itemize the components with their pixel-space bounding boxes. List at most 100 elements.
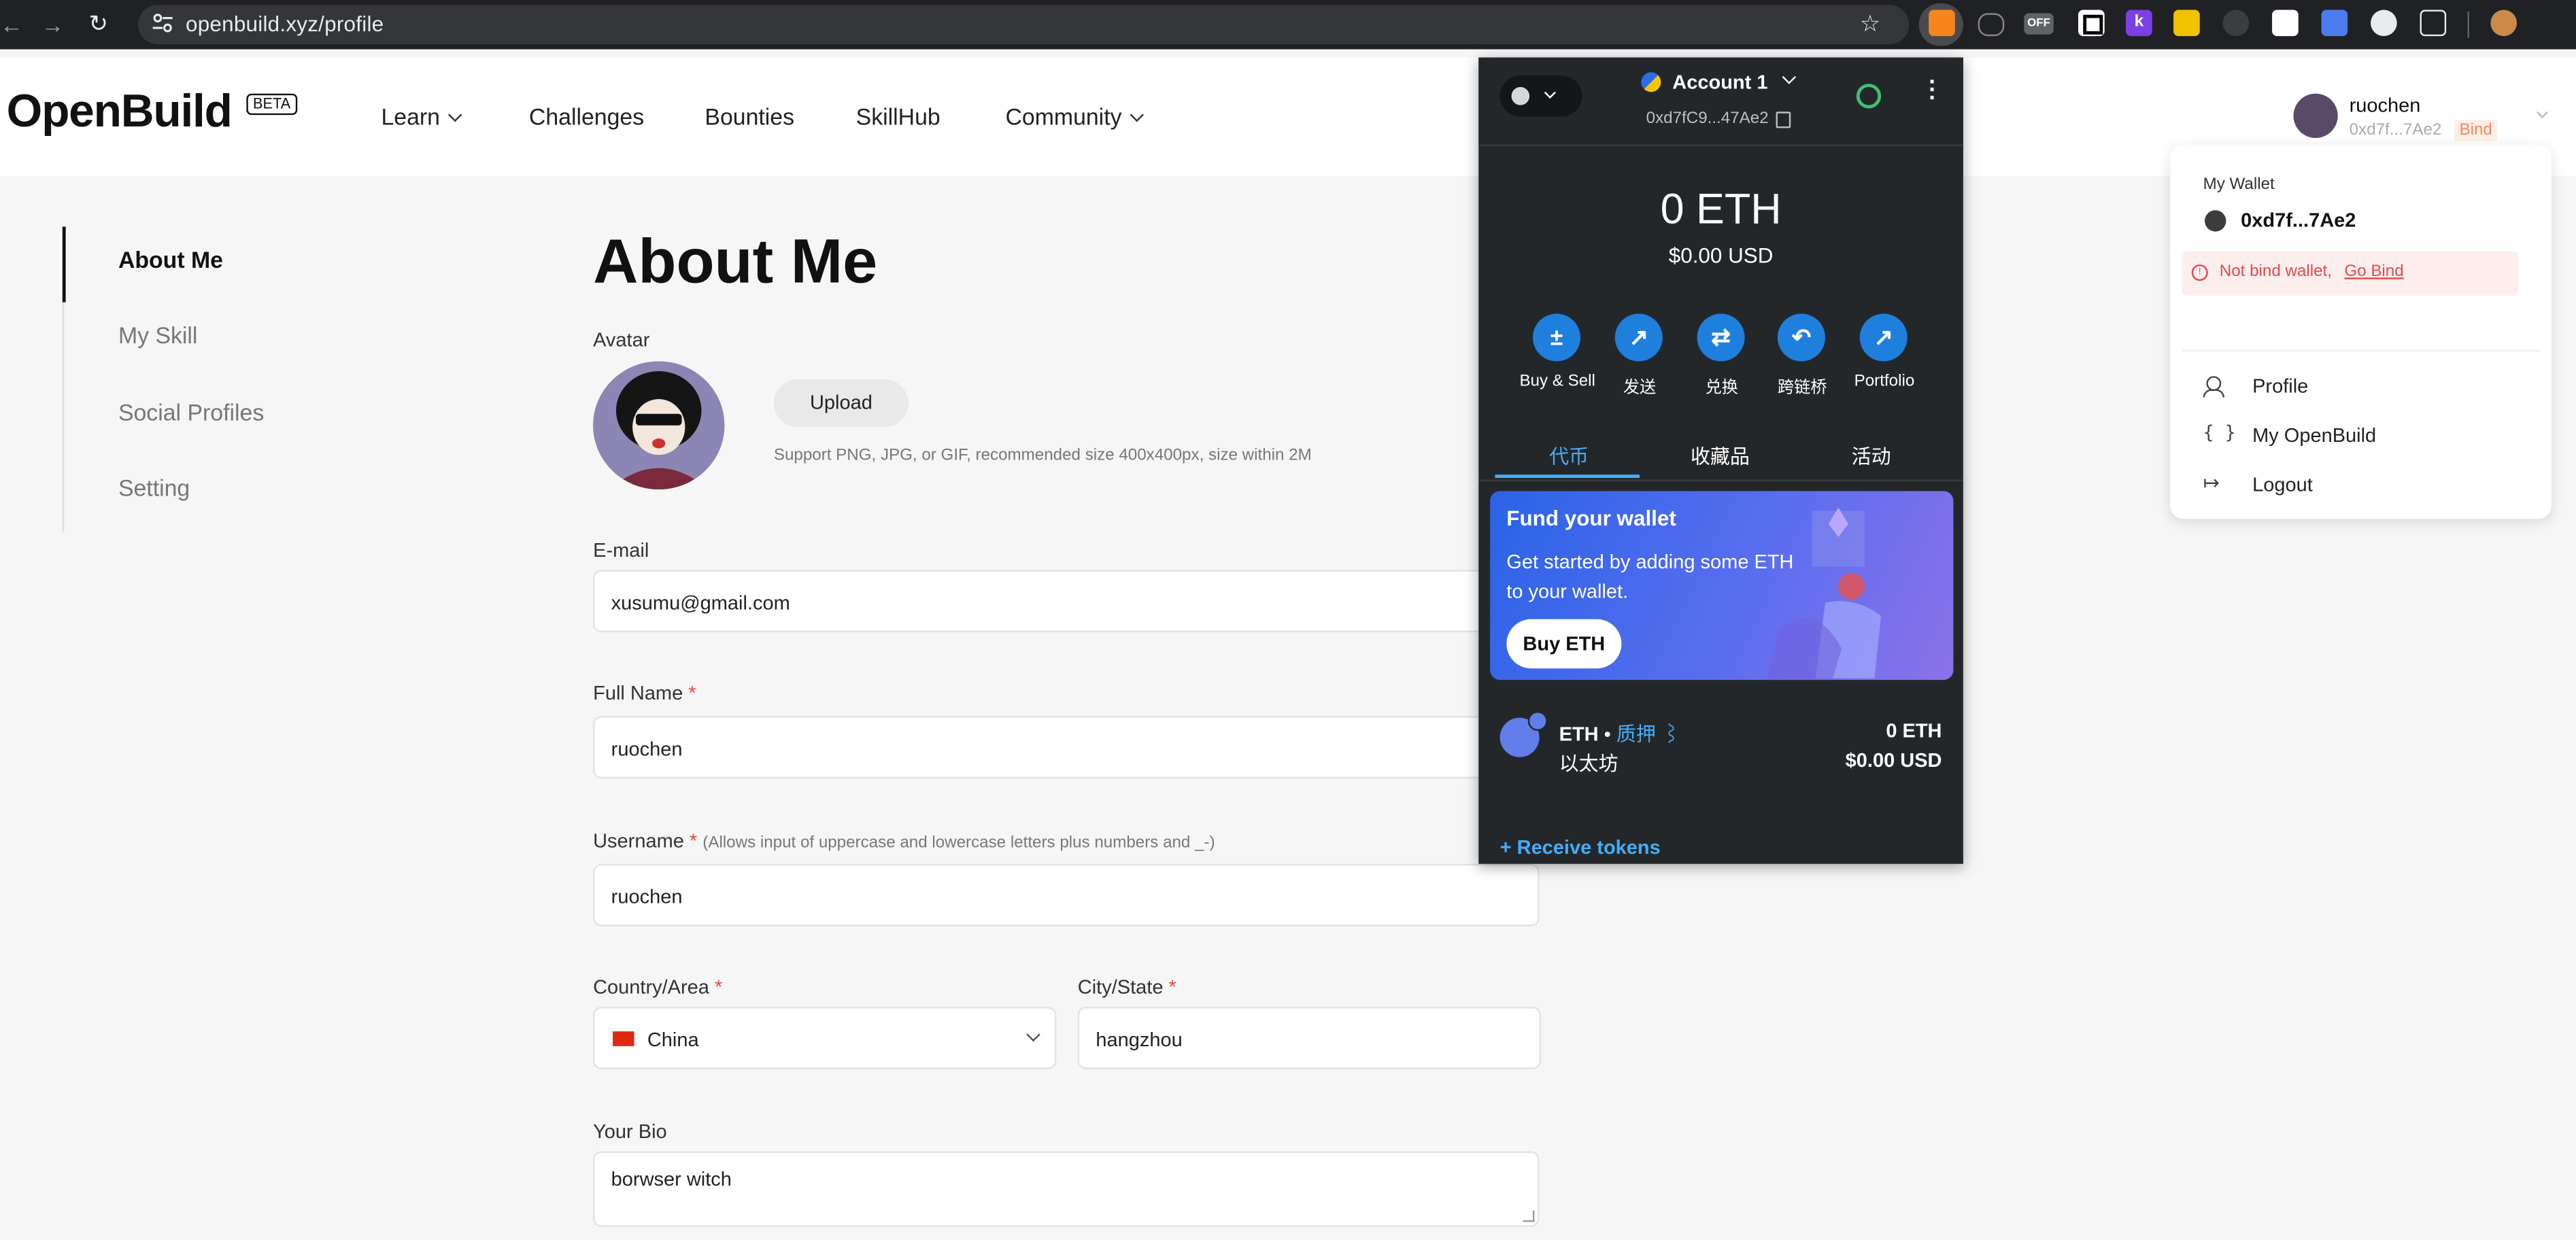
china-flag-icon (613, 1031, 634, 1046)
required-mark: * (1168, 975, 1176, 999)
account-selector[interactable]: Account 1 (1641, 70, 1822, 97)
eth-balance: 0 ETH (1660, 184, 1782, 234)
chevron-down-icon (447, 107, 462, 122)
go-bind-link[interactable]: Go Bind (2344, 263, 2403, 281)
bookmark-star-icon[interactable]: ☆ (1860, 10, 1880, 37)
nav-learn-label: Learn (381, 103, 440, 130)
logout-icon: ↦ (2203, 471, 2220, 495)
send-button[interactable]: ↗ (1614, 313, 1663, 362)
shield-icon[interactable] (2321, 10, 2348, 37)
sidebar-item-setting[interactable]: Setting (118, 475, 190, 501)
metamask-icon[interactable] (1929, 10, 1955, 37)
stake-link[interactable]: 质押 (1616, 723, 1656, 746)
tab-collectibles[interactable]: 收藏品 (1646, 442, 1794, 470)
nav-skillhub[interactable]: SkillHub (856, 103, 940, 130)
tab-tokens[interactable]: 代币 (1495, 442, 1642, 470)
token-title[interactable]: ETH • 质押 ⌇ (1559, 719, 1681, 747)
back-icon[interactable]: ← (0, 12, 23, 38)
buy-sell-button[interactable]: ± (1532, 313, 1581, 362)
bio-textarea[interactable]: borwser witch (593, 1151, 1540, 1227)
fullname-field[interactable]: ruochen (593, 716, 1540, 779)
sidebar-item-about-me[interactable]: About Me (118, 246, 223, 273)
fund-text: Get started by adding some ETH to your w… (1506, 550, 1794, 603)
nav-bounties[interactable]: Bounties (705, 103, 794, 130)
tab-activity[interactable]: 活动 (1797, 442, 1945, 470)
token-usd: $0.00 USD (1845, 748, 1942, 772)
my-wallet-title: My Wallet (2203, 175, 2275, 194)
network-badge-icon (1527, 711, 1548, 731)
nav-community-label: Community (1005, 103, 1122, 130)
copy-icon[interactable] (1776, 111, 1791, 128)
menu-item-profile[interactable]: Profile (2252, 375, 2308, 398)
upload-avatar-button[interactable]: Upload (773, 379, 909, 428)
sprout-icon: ⌇ (1661, 722, 1682, 746)
nav-challenges[interactable]: Challenges (529, 103, 644, 130)
bio-value: borwser witch (611, 1167, 732, 1191)
account-address[interactable]: 0xd7fC9...47Ae2 (1646, 110, 1769, 128)
menu-item-logout[interactable]: Logout (2252, 473, 2313, 496)
portfolio-label: Portfolio (1854, 373, 1915, 391)
account-dropdown: My Wallet 0xd7f...7Ae2 ! Not bind wallet… (2170, 144, 2552, 519)
menu-item-my-openbuild[interactable]: My OpenBuild (2252, 424, 2376, 447)
swap-button[interactable]: ⇄ (1697, 313, 1745, 362)
address-bar[interactable]: openbuild.xyz/profile (137, 5, 1910, 45)
required-mark: * (688, 681, 696, 705)
sidebar-item-my-skill[interactable]: My Skill (118, 322, 198, 349)
city-label: City/State * (1078, 976, 1176, 999)
reload-icon[interactable]: ↻ (88, 10, 107, 37)
portfolio-button[interactable]: ↗ (1859, 313, 1908, 362)
puzzle-icon[interactable] (2420, 10, 2447, 37)
bridge-button[interactable]: ↶ (1777, 313, 1825, 362)
chevron-down-icon (1130, 107, 1144, 122)
buy-eth-button[interactable]: Buy ETH (1506, 619, 1622, 669)
username-value: ruochen (611, 885, 683, 908)
square-icon[interactable] (2078, 10, 2105, 37)
usd-balance: $0.00 USD (1668, 243, 1774, 268)
sidebar-active-indicator (62, 226, 66, 303)
email-value: xusumu@gmail.com (611, 591, 790, 615)
page-title: About Me (593, 228, 878, 298)
metamask-header: Account 1 0xd7fC9...47Ae2 ⋮ (1478, 57, 1963, 147)
braces-icon: { } (2203, 421, 2236, 444)
city-label-text: City/State (1077, 975, 1164, 999)
resize-handle-icon[interactable] (1523, 1210, 1535, 1222)
receive-tokens-link[interactable]: + Receive tokens (1500, 836, 1661, 859)
token-amount: 0 ETH (1886, 719, 1942, 742)
connected-site-icon[interactable] (1856, 84, 1882, 109)
country-select[interactable]: China (593, 1006, 1057, 1069)
camera-icon[interactable] (2371, 10, 2397, 37)
k-text: k (2134, 13, 2144, 31)
wallet-address[interactable]: 0xd7f...7Ae2 (2241, 209, 2356, 232)
token-name: ETH (1559, 722, 1599, 746)
email-field[interactable]: xusumu@gmail.com (593, 570, 1540, 633)
city-field[interactable]: hangzhou (1077, 1006, 1542, 1069)
nav-learn[interactable]: Learn (381, 103, 462, 130)
site-settings-icon[interactable] (151, 12, 174, 35)
openbuild-logo[interactable]: OpenBuild (7, 86, 233, 138)
country-label: Country/Area * (593, 976, 722, 999)
required-mark: * (714, 975, 723, 999)
bio-label: Your Bio (593, 1120, 667, 1143)
network-selector[interactable] (1499, 75, 1582, 117)
chart-icon[interactable] (2173, 10, 2200, 37)
username-hint: (Allows input of uppercase and lowercase… (702, 834, 1215, 852)
profile-avatar-icon[interactable] (2490, 10, 2518, 37)
bind-badge[interactable]: Bind (2454, 120, 2498, 141)
nav-community[interactable]: Community (1005, 103, 1144, 130)
k-icon[interactable]: k (2126, 10, 2152, 37)
user-avatar[interactable] (2293, 93, 2338, 138)
email-label: E-mail (593, 538, 649, 562)
forward-icon[interactable]: → (41, 12, 64, 38)
off-badge-icon[interactable]: OFF (2024, 13, 2054, 35)
sidebar-item-social-profiles[interactable]: Social Profiles (118, 399, 264, 426)
qr-icon[interactable] (2272, 10, 2299, 37)
circle-icon[interactable] (2222, 10, 2250, 37)
kebab-menu-icon[interactable]: ⋮ (1920, 78, 1944, 101)
username-field[interactable]: ruochen (593, 863, 1540, 927)
bind-warning: ! Not bind wallet, Go Bind (2182, 251, 2519, 296)
required-mark: * (689, 829, 698, 852)
header-username: ruochen (2349, 93, 2421, 117)
spy-icon[interactable] (1978, 13, 2005, 37)
warning-text: Not bind wallet, (2219, 262, 2332, 281)
chevron-down-icon (1026, 1027, 1040, 1042)
